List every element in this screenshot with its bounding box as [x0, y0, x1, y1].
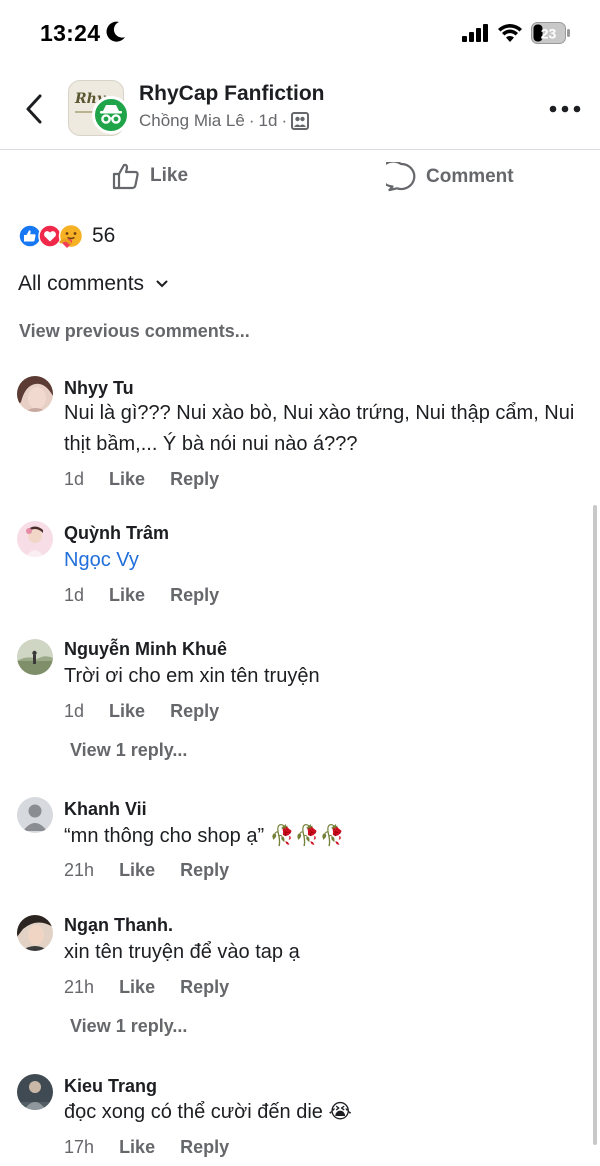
thumbs-up-icon [112, 163, 139, 190]
comment-bubble-icon [386, 162, 416, 192]
comment-reply-button[interactable]: Reply [180, 860, 229, 880]
view-replies-link[interactable]: View 1 reply... [70, 740, 187, 761]
comment-time: 17h [64, 1137, 95, 1157]
post-author[interactable]: Chồng Mia Lê [139, 111, 245, 131]
profile-photo [17, 376, 53, 412]
commenter-name[interactable]: Nhyy Tu [64, 378, 134, 399]
commenter-avatar[interactable] [17, 639, 53, 675]
commenter-avatar[interactable] [17, 521, 53, 557]
post-age[interactable]: 1d [259, 111, 278, 131]
comment-text: Trời ơi cho em xin tên truyện [64, 665, 320, 687]
wifi-icon [498, 24, 522, 42]
comment-reply-button[interactable]: Reply [170, 701, 219, 721]
comment-like-button[interactable]: Like [119, 1137, 155, 1157]
comment-text: xin tên truyện để vào tap ạ [64, 941, 300, 963]
anonymous-icon [100, 105, 122, 124]
post-subtitle: Chồng Mia Lê · 1d · [139, 111, 310, 131]
separator-dot: · [248, 111, 255, 130]
more-options-icon[interactable] [548, 104, 582, 114]
view-previous-comments[interactable]: View previous comments... [19, 321, 250, 342]
care-reaction-icon [58, 223, 84, 249]
comment-sort-dropdown[interactable]: All comments [18, 272, 168, 296]
post-actions: Like Comment [0, 150, 600, 208]
comment-reply-button[interactable]: Reply [170, 585, 219, 605]
profile-photo [17, 1074, 53, 1110]
comment-text: đọc xong có thể cười đến die 😭 [64, 1101, 352, 1123]
group-privacy-icon [291, 112, 310, 130]
scrollbar[interactable] [593, 505, 597, 1145]
comment-label: Comment [426, 166, 514, 187]
battery-icon: 23 [531, 22, 570, 44]
chevron-down-icon [156, 280, 168, 288]
comment-like-button[interactable]: Like [109, 585, 145, 605]
comment-time: 1d [64, 585, 85, 605]
commenter-avatar[interactable] [17, 797, 53, 833]
profile-photo [17, 639, 53, 675]
comment-time: 1d [64, 469, 85, 489]
commenter-avatar[interactable] [17, 376, 53, 412]
moon-icon [106, 21, 125, 42]
commenter-name[interactable]: Quỳnh Trâm [64, 523, 169, 544]
battery-level: 23 [541, 26, 557, 42]
reaction-count: 56 [92, 224, 116, 247]
comment-like-button[interactable]: Like [119, 977, 155, 997]
comment-like-button[interactable]: Like [119, 860, 155, 880]
post-header: Rhy RhyCap Fanfiction Chồng Mia Lê · 1d … [0, 66, 600, 150]
page-name[interactable]: RhyCap Fanfiction [139, 82, 325, 106]
commenter-name[interactable]: Nguyễn Minh Khuê [64, 639, 227, 660]
comment-meta: 17h Like Reply [64, 1137, 249, 1158]
anonymous-member-badge [92, 96, 130, 134]
like-button[interactable]: Like [112, 162, 188, 190]
back-arrow-icon[interactable] [20, 92, 50, 126]
comment-time: 21h [64, 977, 95, 997]
reaction-summary[interactable]: 56 [18, 218, 115, 254]
comment-like-button[interactable]: Like [109, 469, 145, 489]
comment-text: Ngọc Vy [64, 545, 594, 576]
separator-dot: · [281, 111, 288, 130]
comment-meta: 21h Like Reply [64, 860, 249, 881]
profile-photo [17, 521, 53, 557]
commenter-name[interactable]: Kieu Trang [64, 1076, 157, 1097]
comment-meta: 1d Like Reply [64, 469, 239, 490]
comment-meta: 1d Like Reply [64, 701, 239, 722]
comment-text: Nui là gì??? Nui xào bò, Nui xào trứng, … [64, 402, 575, 455]
like-label: Like [150, 165, 189, 186]
commenter-name[interactable]: Ngạn Thanh. [64, 915, 173, 936]
commenter-name[interactable]: Khanh Vii [64, 799, 147, 820]
comment-time: 1d [64, 701, 85, 721]
profile-photo [17, 915, 53, 951]
mention-link[interactable]: Ngọc Vy [64, 549, 139, 571]
comment-button[interactable]: Comment [386, 162, 514, 192]
comment-meta: 21h Like Reply [64, 977, 249, 998]
comment-reply-button[interactable]: Reply [180, 1137, 229, 1157]
comment-reply-button[interactable]: Reply [180, 977, 229, 997]
default-avatar-icon [17, 797, 53, 833]
comment-reply-button[interactable]: Reply [170, 469, 219, 489]
comment-time: 21h [64, 860, 95, 880]
comment-like-button[interactable]: Like [109, 701, 145, 721]
status-bar: 13:24 23 [0, 0, 600, 66]
comment-text: “mn thông cho shop ạ” 🥀🥀🥀 [64, 825, 345, 847]
commenter-avatar[interactable] [17, 1074, 53, 1110]
cellular-signal-icon [462, 24, 488, 42]
status-time: 13:24 [40, 20, 101, 46]
comment-meta: 1d Like Reply [64, 585, 239, 606]
comment-sort-label: All comments [18, 272, 145, 295]
commenter-avatar[interactable] [17, 915, 53, 951]
view-replies-link[interactable]: View 1 reply... [70, 1016, 187, 1037]
